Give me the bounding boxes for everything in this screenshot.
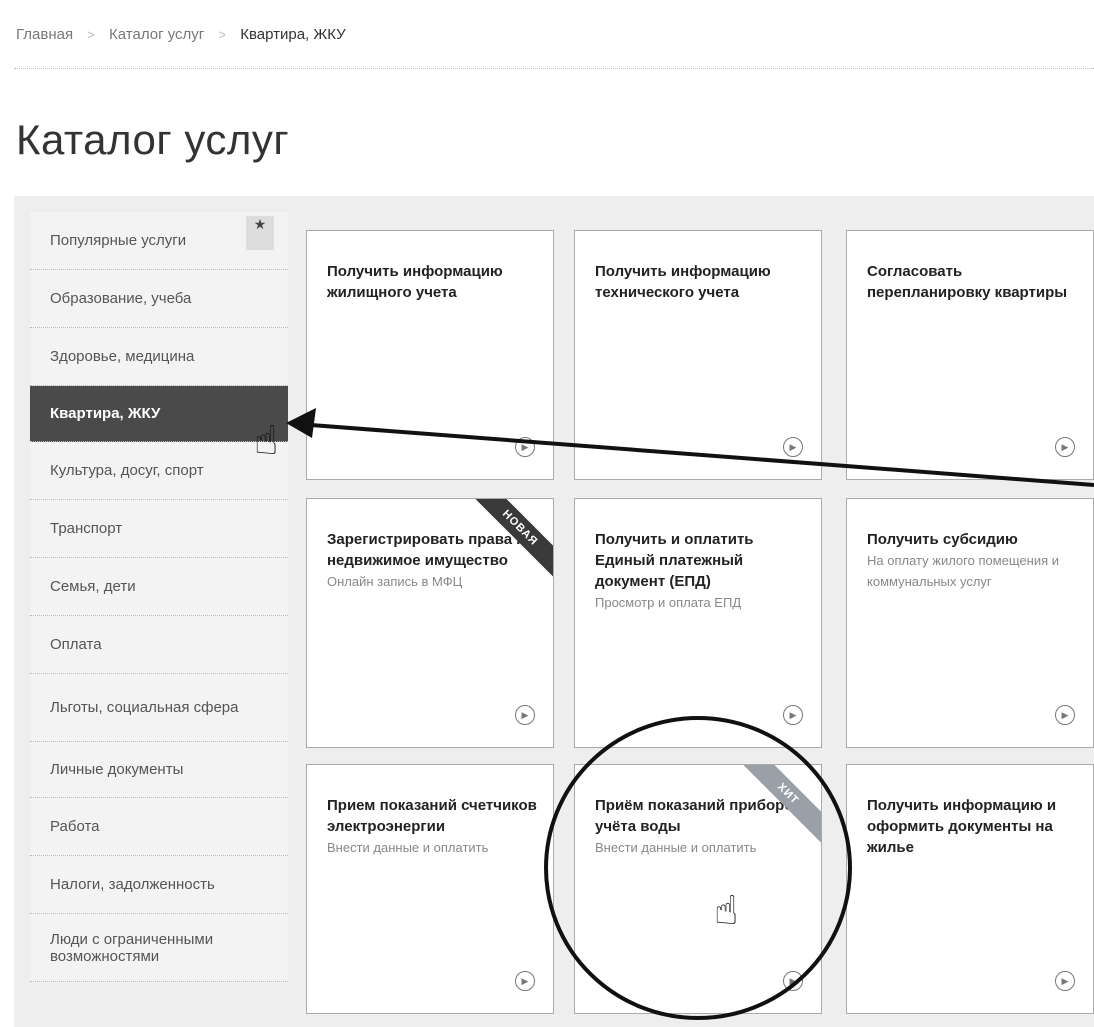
play-circle-icon[interactable]: ▶: [783, 705, 803, 725]
service-card[interactable]: Получить и оплатить Единый платежный док…: [574, 498, 822, 748]
breadcrumb: Главная > Каталог услуг > Квартира, ЖКУ: [16, 26, 346, 43]
service-card-title: Прием показаний счетчиков электроэнергии: [327, 797, 537, 835]
sidebar-item-label: Работа: [50, 818, 100, 835]
breadcrumb-separator-icon: >: [218, 27, 227, 42]
page-title: Каталог услуг: [16, 116, 290, 163]
service-card-subtitle: Внести данные и оплатить: [595, 840, 757, 855]
service-card-title: Зарегистрировать права на недвижимое иму…: [327, 531, 534, 569]
sidebar-item[interactable]: Личные документы: [30, 742, 288, 798]
sidebar-item[interactable]: Семья, дети: [30, 558, 288, 616]
service-card-title: Получить информацию жилищного учета: [327, 263, 503, 301]
service-card[interactable]: Получить информацию технического учета ▶: [574, 230, 822, 480]
service-card-content: Получить информацию жилищного учета: [327, 261, 537, 303]
play-circle-icon[interactable]: ▶: [1055, 705, 1075, 725]
service-card-subtitle: Онлайн запись в МФЦ: [327, 574, 463, 589]
service-card-content: Приём показаний приборов учёта воды Внест…: [595, 795, 805, 858]
sidebar-item[interactable]: Налоги, задолженность: [30, 856, 288, 914]
service-card-title: Приём показаний приборов учёта воды: [595, 797, 803, 835]
play-circle-icon[interactable]: ▶: [1055, 437, 1075, 457]
sidebar-item-label: Люди с ограниченными возможностями: [50, 930, 214, 965]
sidebar-item[interactable]: Образование, учеба: [30, 270, 288, 328]
sidebar-item[interactable]: Люди с ограниченными возможностями: [30, 914, 288, 982]
service-card[interactable]: Прием показаний счетчиков электроэнергии…: [306, 764, 554, 1014]
sidebar-item-label: Квартира, ЖКУ: [50, 405, 161, 422]
service-card-title: Получить информацию технического учета: [595, 263, 771, 301]
sidebar-item[interactable]: Здоровье, медицина: [30, 328, 288, 386]
service-card[interactable]: Приём показаний приборов учёта воды Внест…: [574, 764, 822, 1014]
service-card-subtitle: Внести данные и оплатить: [327, 840, 489, 855]
breadcrumb-catalog[interactable]: Каталог услуг: [109, 26, 204, 43]
service-card-content: Согласовать перепланировку квартиры: [867, 261, 1077, 303]
sidebar-item-label: Культура, досуг, спорт: [50, 462, 204, 479]
sidebar-item[interactable]: Льготы, социальная сфера: [30, 674, 288, 742]
service-card-subtitle: На оплату жилого помещения и коммунальны…: [867, 553, 1060, 589]
divider: [14, 68, 1094, 69]
breadcrumb-home[interactable]: Главная: [16, 26, 73, 43]
hand-pointer-icon: ☝: [254, 419, 279, 463]
service-card-content: Получить информацию технического учета: [595, 261, 805, 303]
sidebar-item-label: Семья, дети: [50, 578, 136, 595]
play-circle-icon[interactable]: ▶: [515, 971, 535, 991]
service-card[interactable]: Зарегистрировать права на недвижимое иму…: [306, 498, 554, 748]
hand-pointer-icon: ☝: [714, 889, 739, 933]
play-circle-icon[interactable]: ▶: [783, 971, 803, 991]
breadcrumb-current: Квартира, ЖКУ: [240, 26, 346, 43]
service-card-content: Получить информацию и оформить документы…: [867, 795, 1077, 858]
service-card-title: Получить субсидию: [867, 531, 1018, 548]
service-card-content: Получить субсидию На оплату жилого помеще…: [867, 529, 1077, 592]
play-circle-icon[interactable]: ▶: [515, 705, 535, 725]
sidebar-item-label: Транспорт: [50, 520, 123, 537]
sidebar-item-label: Личные документы: [50, 761, 184, 778]
service-card-subtitle: Просмотр и оплата ЕПД: [595, 595, 742, 610]
service-card[interactable]: Получить информацию и оформить документы…: [846, 764, 1094, 1014]
sidebar-item[interactable]: Транспорт: [30, 500, 288, 558]
sidebar-item[interactable]: Квартира, ЖКУ: [30, 386, 288, 442]
play-circle-icon[interactable]: ▶: [515, 437, 535, 457]
play-circle-icon[interactable]: ▶: [783, 437, 803, 457]
sidebar-item-label: Образование, учеба: [50, 290, 192, 307]
sidebar-item-label: Оплата: [50, 636, 102, 653]
sidebar-item[interactable]: Популярные услуги ★: [30, 212, 288, 270]
sidebar-item-label: Льготы, социальная сфера: [50, 699, 239, 716]
service-card-content: Зарегистрировать права на недвижимое иму…: [327, 529, 537, 592]
sidebar-item[interactable]: Культура, досуг, спорт: [30, 442, 288, 500]
service-card[interactable]: Согласовать перепланировку квартиры ▶: [846, 230, 1094, 480]
service-card-title: Получить и оплатить Единый платежный док…: [595, 531, 754, 590]
service-card-content: Получить и оплатить Единый платежный док…: [595, 529, 805, 613]
play-circle-icon[interactable]: ▶: [1055, 971, 1075, 991]
breadcrumb-separator-icon: >: [87, 27, 95, 42]
service-card-content: Прием показаний счетчиков электроэнергии…: [327, 795, 537, 858]
sidebar-item[interactable]: Работа: [30, 798, 288, 856]
service-card-title: Согласовать перепланировку квартиры: [867, 263, 1068, 301]
service-card[interactable]: Получить информацию жилищного учета ▶: [306, 230, 554, 480]
sidebar-item-label: Здоровье, медицина: [50, 348, 195, 365]
service-card-title: Получить информацию и оформить документы…: [867, 797, 1057, 856]
sidebar-item-label: Популярные услуги: [50, 232, 187, 249]
category-sidebar: Популярные услуги ★ Образование, учеба Здор…: [30, 212, 288, 982]
star-icon[interactable]: ★: [246, 216, 274, 250]
sidebar-item[interactable]: Оплата: [30, 616, 288, 674]
service-card[interactable]: Получить субсидию На оплату жилого помеще…: [846, 498, 1094, 748]
sidebar-item-label: Налоги, задолженность: [50, 876, 215, 893]
